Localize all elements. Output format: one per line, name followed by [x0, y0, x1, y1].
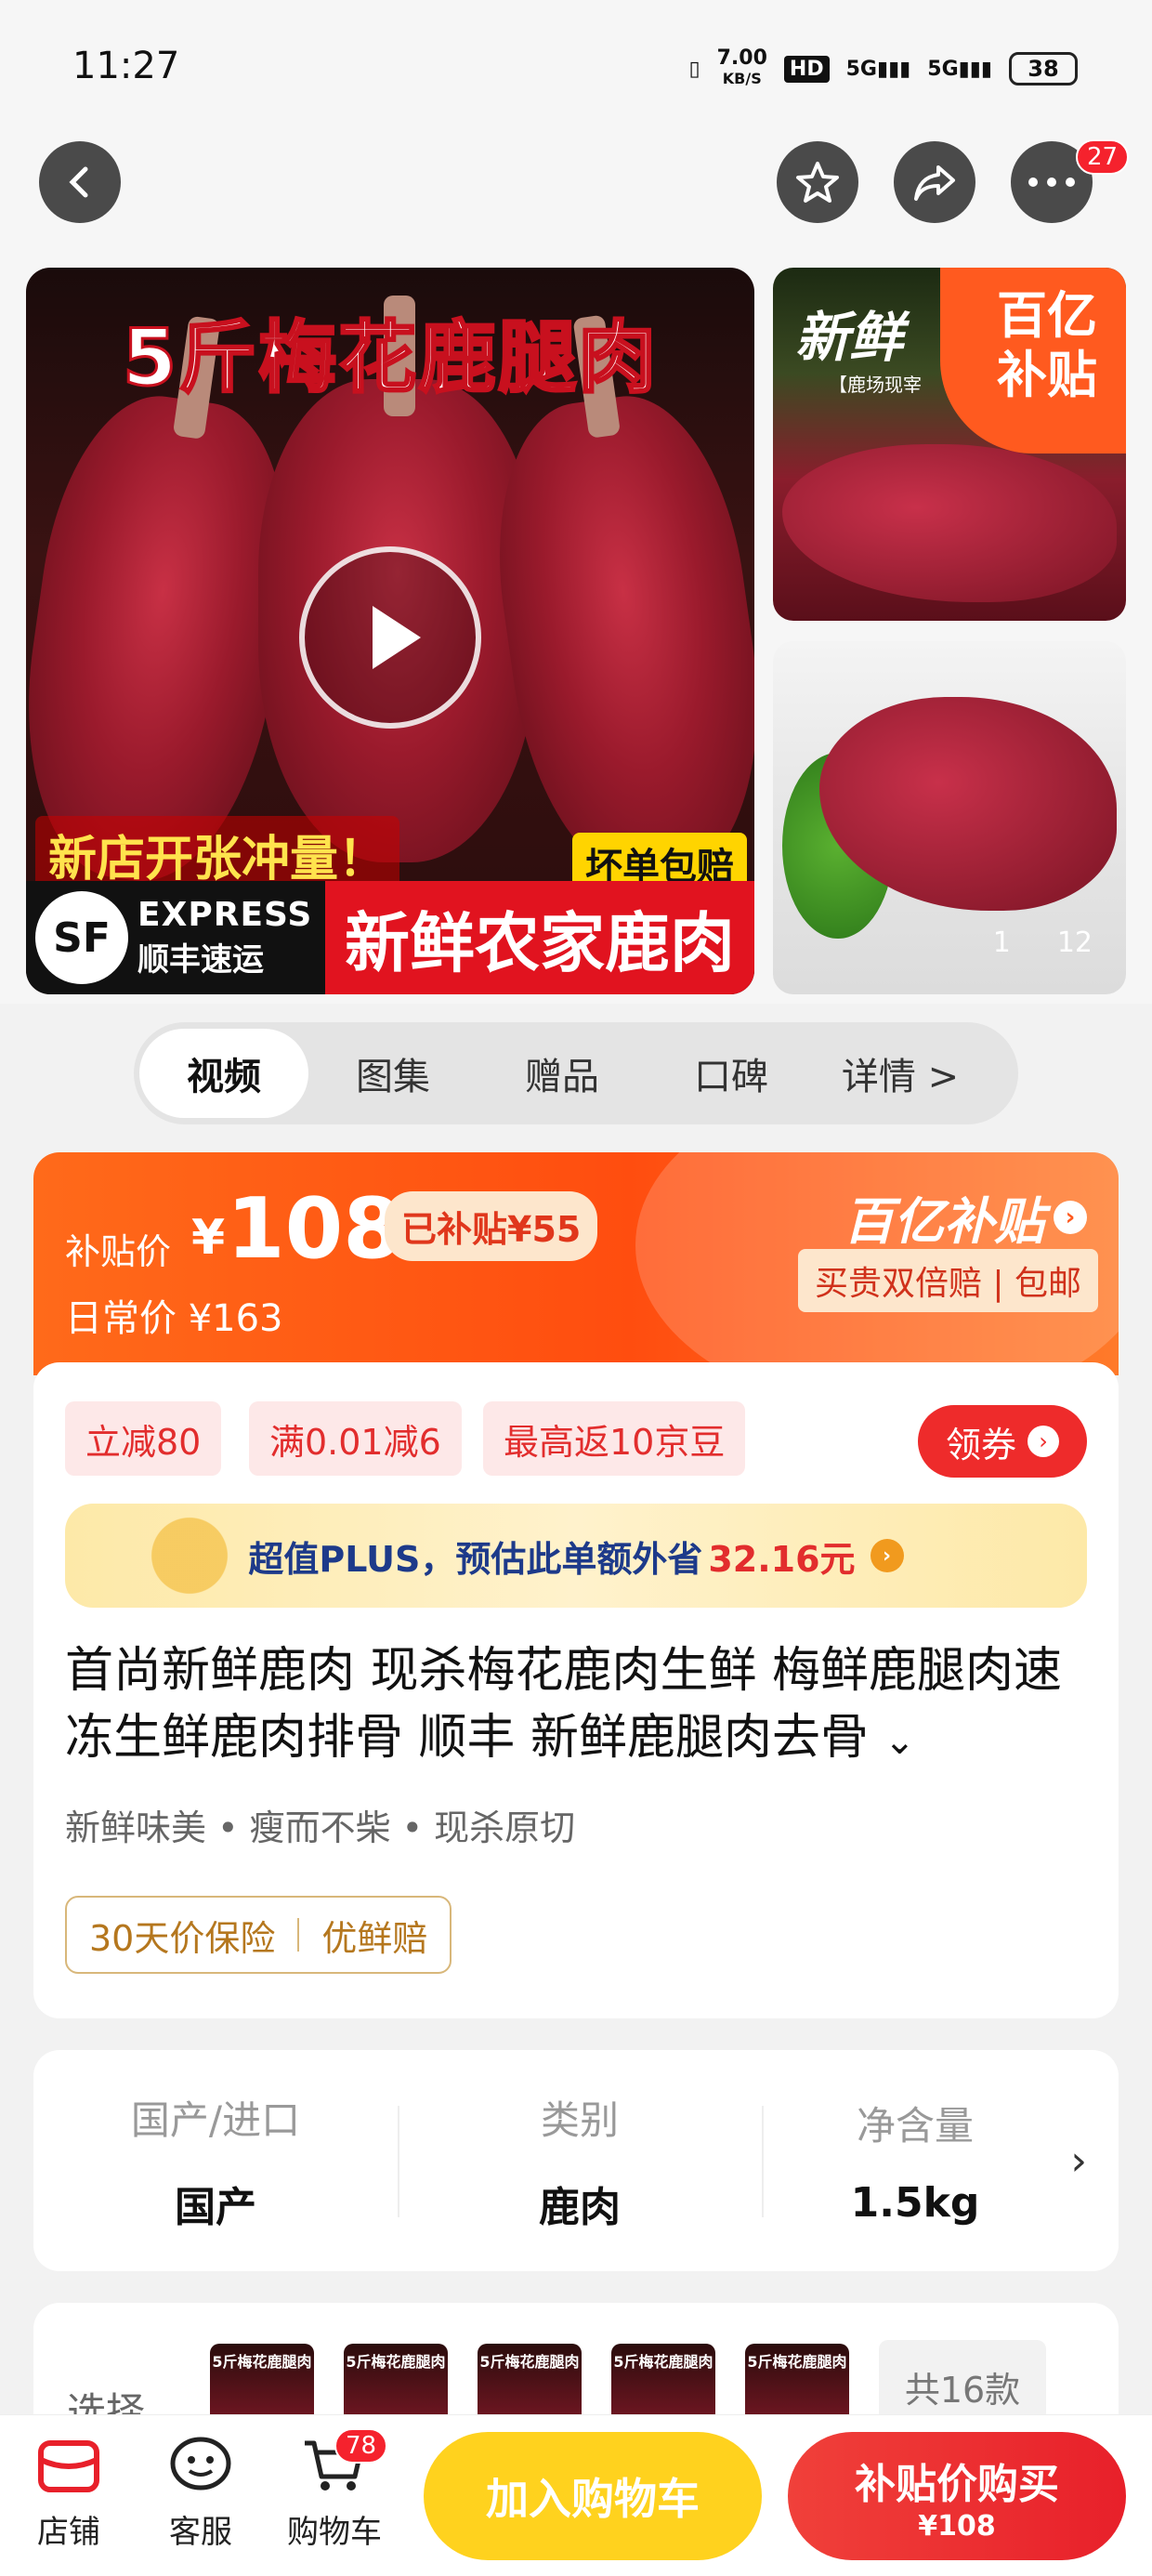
thumb-sub: 【鹿场现宰	[829, 374, 922, 396]
price-label: 补贴价	[65, 1231, 172, 1272]
star-icon	[796, 162, 839, 203]
play-icon	[373, 606, 421, 669]
attr-weight: 净含量 1.5kg	[850, 2103, 980, 2227]
coupon-tag[interactable]: 满0.01减6	[249, 1401, 462, 1476]
main-image-title: 5斤梅花鹿腿肉	[121, 311, 659, 405]
attr-category: 类别 鹿肉	[539, 2096, 621, 2231]
shop-label: 店铺	[37, 2514, 100, 2551]
attributes-card[interactable]: 国产/进口 国产 类别 鹿肉 净含量 1.5kg ›	[33, 2050, 1119, 2271]
daily-price: 日常价 ¥163	[65, 1297, 283, 1340]
main-product-video[interactable]: 5斤梅花鹿腿肉 新店开张冲量！ 坏单包赔 SF EXPRESS 顺丰速运 新鲜农…	[26, 268, 754, 994]
image-counter: 1 12	[993, 927, 1093, 959]
vibrate-icon: ▯	[688, 57, 700, 81]
variant-select-card[interactable]: 选择 5斤梅花鹿腿肉 5斤梅花鹿腿肉 5斤梅花鹿腿肉 5斤梅花鹿腿肉 5斤梅花鹿…	[33, 2303, 1119, 2414]
price-protect-tag: 30天价保险	[89, 1917, 276, 1959]
image-gallery: 5斤梅花鹿腿肉 新店开张冲量！ 坏单包赔 SF EXPRESS 顺丰速运 新鲜农…	[0, 260, 1152, 1004]
top-nav: 27	[0, 139, 1152, 260]
cart-count-badge: 78	[334, 2428, 388, 2464]
shop-icon	[38, 2440, 99, 2492]
plus-banner[interactable]: 超值PLUS，预估此单额外省 32.16元 ›	[65, 1504, 1087, 1608]
sf-en: EXPRESS	[137, 896, 313, 934]
fresh-compensate-tag: 优鲜赔	[321, 1917, 428, 1959]
back-arrow-icon	[69, 166, 88, 198]
variant-thumb[interactable]: 5斤梅花鹿腿肉	[210, 2344, 314, 2414]
sf-cn: 顺丰速运	[137, 941, 264, 979]
media-tabs: 视频 图集 赠品 口碑 详情 >	[134, 1022, 1018, 1124]
subsidized-badge: 已补贴¥55	[385, 1191, 598, 1261]
clock: 11:27	[72, 45, 180, 87]
cart-label: 购物车	[287, 2514, 382, 2551]
coupon-tag[interactable]: 最高返10京豆	[483, 1401, 746, 1476]
plus-text: 超值PLUS，预估此单额外省	[248, 1538, 703, 1580]
chevron-right-icon: ›	[1054, 1200, 1087, 1234]
service-icon	[170, 2437, 231, 2491]
back-button[interactable]	[39, 141, 121, 223]
sf-logo: SF EXPRESS 顺丰速运	[26, 881, 325, 994]
shop-button[interactable]: 店铺	[13, 2436, 124, 2552]
battery-icon: 38	[1009, 52, 1078, 85]
hd-icon: HD	[783, 55, 830, 83]
plus-value: 32.16元	[708, 1538, 856, 1580]
thumbnail-2[interactable]: 1 12	[773, 641, 1126, 994]
image-total: 12	[1056, 927, 1093, 959]
status-bar: 11:27 ▯ 7.00 KB/S HD 5G▮▮▮ 5G▮▮▮ 38	[0, 0, 1152, 139]
favorite-button[interactable]	[777, 141, 858, 223]
status-icons: ▯ 7.00 KB/S HD 5G▮▮▮ 5G▮▮▮ 38	[689, 48, 1078, 89]
coupon-tag[interactable]: 立减80	[65, 1401, 222, 1476]
bottom-action-bar: 店铺 客服 购物车 78 加入购物车 补贴价购买 ¥108	[0, 2414, 1152, 2576]
farm-banner-text: 新鲜农家鹿肉	[325, 881, 754, 994]
variant-total[interactable]: 共16款	[879, 2340, 1046, 2414]
variant-thumb[interactable]: 5斤梅花鹿腿肉	[611, 2344, 715, 2414]
variant-thumb[interactable]: 5斤梅花鹿腿肉	[745, 2344, 849, 2414]
product-tags: 新鲜味美 • 瘦而不柴 • 现杀原切	[65, 1807, 576, 1848]
image-index: 1	[992, 927, 1011, 959]
variant-thumb[interactable]: 5斤梅花鹿腿肉	[344, 2344, 448, 2414]
price-currency: ¥	[191, 1210, 226, 1266]
play-button[interactable]	[299, 546, 481, 729]
share-icon	[914, 165, 955, 201]
share-button[interactable]	[894, 141, 975, 223]
message-badge: 27	[1076, 139, 1130, 175]
price-value: 108	[227, 1180, 401, 1278]
chevron-right-icon[interactable]: ›	[1070, 2137, 1087, 2185]
chevron-right-icon: ›	[1028, 1426, 1059, 1457]
product-title[interactable]: 首尚新鲜鹿肉 现杀梅花鹿肉生鲜 梅鲜鹿腿肉速冻生鲜鹿肉排骨 顺丰 新鲜鹿腿肉去骨…	[65, 1637, 1096, 1775]
thumbnail-1[interactable]: 新鲜 【鹿场现宰 百亿 补贴	[773, 268, 1126, 621]
signal-icon: 5G▮▮▮	[845, 57, 911, 81]
tab-reviews[interactable]: 口碑	[647, 1029, 816, 1118]
moon-icon	[111, 1504, 242, 1608]
chevron-right-icon: ›	[870, 1539, 904, 1572]
service-button[interactable]: 客服	[145, 2436, 256, 2552]
protection-tags[interactable]: 30天价保险 优鲜赔	[65, 1896, 452, 1974]
buy-price: ¥108	[918, 2509, 996, 2543]
get-coupon-button[interactable]: 领券 ›	[918, 1405, 1087, 1478]
variant-thumb[interactable]: 5斤梅花鹿腿肉	[478, 2344, 582, 2414]
more-icon	[1028, 177, 1075, 187]
thumb-caption: 新鲜	[795, 306, 904, 369]
meat-image	[782, 444, 1117, 602]
buy-now-button[interactable]: 补贴价购买 ¥108	[788, 2432, 1126, 2560]
price-banner: 补贴价 ¥ 108 已补贴¥55 日常价 ¥163 百亿补贴 › 买贵双倍赔 |…	[33, 1152, 1119, 1375]
tab-details[interactable]: 详情 >	[816, 1029, 985, 1118]
yi-subsidy-brand[interactable]: 百亿补贴 ›	[844, 1180, 1087, 1254]
select-label: 选择	[67, 2389, 146, 2414]
chevron-down-icon[interactable]: ⌄	[884, 1720, 916, 1763]
net-speed: 7.00 KB/S	[716, 46, 767, 88]
yi-subsidy-badge: 百亿 补贴	[940, 268, 1126, 453]
guarantee-text: 买贵双倍赔 | 包邮	[797, 1249, 1098, 1312]
sf-banner: SF EXPRESS 顺丰速运 新鲜农家鹿肉	[26, 881, 754, 994]
meat-leg-image	[477, 383, 754, 896]
sf-logo-icon: SF	[35, 891, 128, 984]
product-info-card: 立减80 满0.01减6 最高返10京豆 领券 › 超值PLUS，预估此单额外省…	[33, 1362, 1119, 2018]
add-to-cart-button[interactable]: 加入购物车	[424, 2432, 762, 2560]
tab-video[interactable]: 视频	[139, 1029, 308, 1118]
service-label: 客服	[169, 2514, 232, 2551]
signal-icon-2: 5G▮▮▮	[927, 57, 992, 81]
attr-origin: 国产/进口 国产	[130, 2096, 301, 2231]
tab-gallery[interactable]: 图集	[308, 1029, 478, 1118]
buy-label: 补贴价购买	[855, 2460, 1059, 2508]
tab-gift[interactable]: 赠品	[478, 1029, 647, 1118]
